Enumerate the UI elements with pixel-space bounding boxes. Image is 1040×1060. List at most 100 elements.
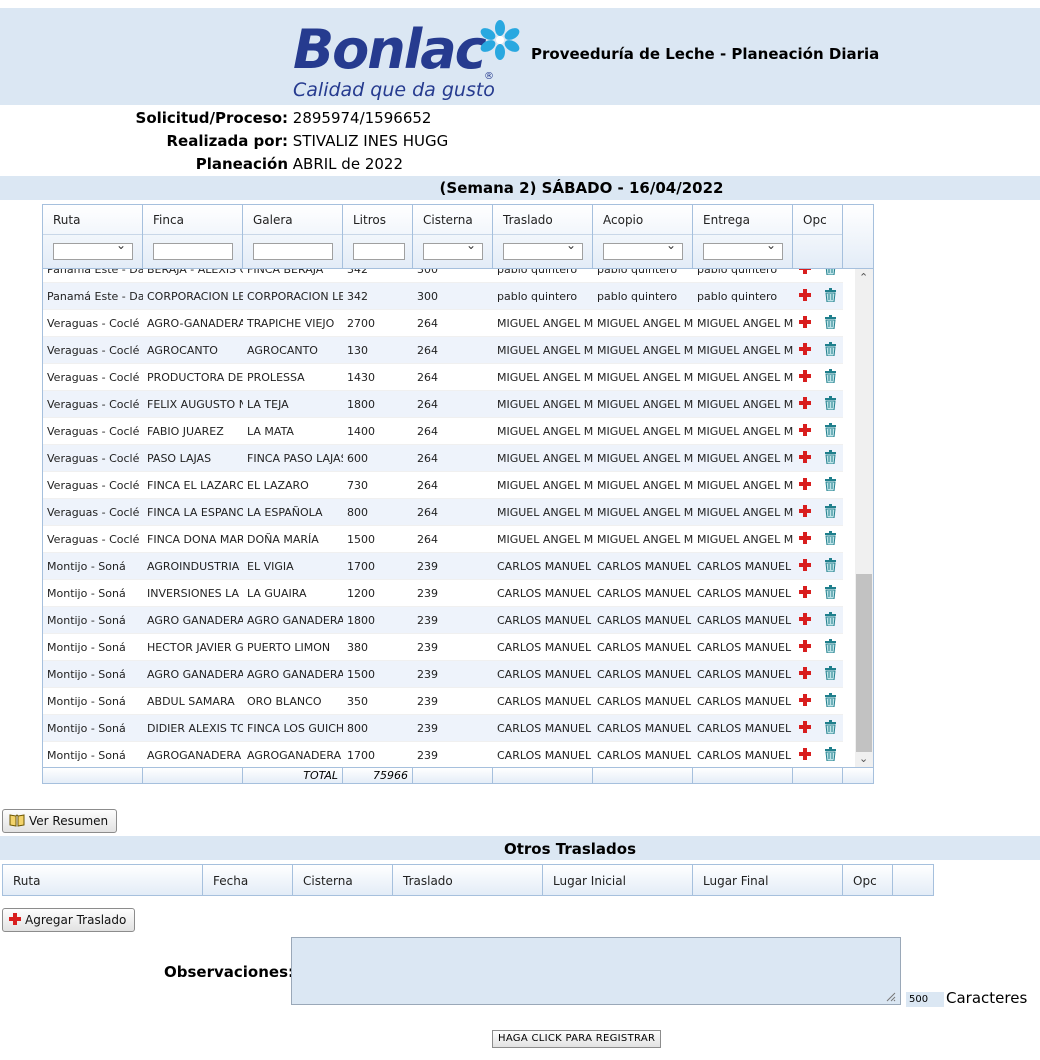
table-row[interactable]: Montijo - Soná AGRO GANADERA DEL AGRO GANA… — [43, 607, 843, 634]
add-icon[interactable] — [799, 613, 811, 625]
add-icon[interactable] — [799, 478, 811, 490]
table-row[interactable]: Montijo - Soná ABDUL SAMARA ORO BLANCO 350 2… — [43, 688, 843, 715]
add-icon[interactable] — [799, 397, 811, 409]
add-icon[interactable] — [799, 451, 811, 463]
filter-entrega-select[interactable] — [703, 238, 783, 260]
add-icon[interactable] — [799, 748, 811, 760]
add-icon[interactable] — [799, 316, 811, 328]
filter-finca-input[interactable] — [153, 243, 233, 260]
resize-grip-icon[interactable] — [884, 990, 896, 1002]
table-row[interactable]: Montijo - Soná HECTOR JAVIER GONZALEZ PUER… — [43, 634, 843, 661]
table-cell: MIGUEL ANGEL MORALES — [697, 425, 793, 438]
add-icon[interactable] — [799, 667, 811, 679]
table-row[interactable]: Montijo - Soná AGRO GANADERA LA AGRO GANAD… — [43, 661, 843, 688]
agregar-traslado-label: Agregar Traslado — [25, 913, 127, 927]
table-row[interactable]: Montijo - Soná DIDIER ALEXIS TORRES FINCA … — [43, 715, 843, 742]
ot-column-fecha[interactable]: Fecha — [203, 865, 293, 895]
add-icon[interactable] — [799, 559, 811, 571]
table-row[interactable]: Veraguas - Coclé FINCA EL LAZARO EL LAZARO… — [43, 472, 843, 499]
add-icon[interactable] — [799, 721, 811, 733]
add-icon[interactable] — [799, 424, 811, 436]
table-row[interactable]: Veraguas - Coclé FINCA DONA MARIA DOÑA MAR… — [43, 526, 843, 553]
column-galera[interactable]: Galera — [243, 205, 343, 269]
column-acopio[interactable]: Acopio — [593, 205, 693, 269]
delete-icon[interactable] — [824, 558, 837, 572]
table-cell: 239 — [417, 749, 438, 762]
table-row[interactable]: Veraguas - Coclé PASO LAJAS FINCA PASO LAJ… — [43, 445, 843, 472]
filter-traslado-select[interactable] — [503, 238, 583, 260]
add-icon[interactable] — [799, 694, 811, 706]
add-icon[interactable] — [799, 370, 811, 382]
solicitud-label: Solicitud/Proceso: — [135, 109, 288, 127]
filter-acopio-select[interactable] — [603, 238, 683, 260]
scroll-thumb[interactable] — [856, 574, 872, 752]
delete-icon[interactable] — [824, 693, 837, 707]
ot-column-traslado[interactable]: Traslado — [393, 865, 543, 895]
delete-icon[interactable] — [824, 504, 837, 518]
column-litros[interactable]: Litros — [343, 205, 413, 269]
table-row[interactable]: Panamá Este - Darién BERAJA - ALEXIS GARC… — [43, 269, 843, 283]
table-row[interactable]: Veraguas - Coclé FABIO JUAREZ LA MATA 1400 2… — [43, 418, 843, 445]
ot-column-lugar-final[interactable]: Lugar Final — [693, 865, 843, 895]
scroll-up-icon[interactable]: ⌃ — [859, 271, 868, 284]
table-row[interactable]: Veraguas - Coclé FINCA LA ESPANOLA LA ESPA… — [43, 499, 843, 526]
column-entrega[interactable]: Entrega — [693, 205, 793, 269]
column-traslado[interactable]: Traslado — [493, 205, 593, 269]
table-row[interactable]: Veraguas - Coclé AGROCANTO AGROCANTO 130 264… — [43, 337, 843, 364]
table-cell: CORPORACION LECHERA — [247, 290, 343, 303]
add-icon[interactable] — [799, 269, 811, 274]
table-cell: AGROCANTO — [247, 344, 318, 357]
ot-column-cisterna[interactable]: Cisterna — [293, 865, 393, 895]
ver-resumen-button[interactable]: Ver Resumen — [2, 809, 118, 833]
delete-icon[interactable] — [824, 315, 837, 329]
delete-icon[interactable] — [824, 585, 837, 599]
table-row[interactable]: Veraguas - Coclé AGRO-GANADERA ZAPATA TRAP… — [43, 310, 843, 337]
ot-column-ruta[interactable]: Ruta — [3, 865, 203, 895]
delete-icon[interactable] — [824, 747, 837, 761]
delete-icon[interactable] — [824, 396, 837, 410]
add-icon[interactable] — [799, 586, 811, 598]
delete-icon[interactable] — [824, 450, 837, 464]
filter-ruta-select[interactable] — [53, 238, 133, 260]
filter-galera-input[interactable] — [253, 243, 333, 260]
column-finca[interactable]: Finca — [143, 205, 243, 269]
delete-icon[interactable] — [824, 288, 837, 302]
agregar-traslado-button[interactable]: Agregar Traslado — [2, 908, 136, 932]
ot-column-lugar-inicial[interactable]: Lugar Inicial — [543, 865, 693, 895]
delete-icon[interactable] — [824, 269, 837, 275]
table-row[interactable]: Veraguas - Coclé PRODUCTORA DE LECHE PROLE… — [43, 364, 843, 391]
table-row[interactable]: Montijo - Soná AGROINDUSTRIA FELIX EL VIGI… — [43, 553, 843, 580]
add-icon[interactable] — [799, 640, 811, 652]
table-row[interactable]: Panamá Este - Darién CORPORACION LECHERA C… — [43, 283, 843, 310]
delete-icon[interactable] — [824, 639, 837, 653]
table-cell: FINCA EL LAZARO — [147, 479, 243, 492]
delete-icon[interactable] — [824, 369, 837, 383]
delete-icon[interactable] — [824, 720, 837, 734]
delete-icon[interactable] — [824, 477, 837, 491]
table-row[interactable]: Montijo - Soná INVERSIONES LA GUAIRA LA GU… — [43, 580, 843, 607]
table-cell: 300 — [417, 269, 438, 276]
filter-cisterna-select[interactable] — [423, 238, 483, 260]
register-button[interactable]: HAGA CLICK PARA REGISTRAR — [492, 1030, 662, 1048]
table-row[interactable]: Montijo - Soná AGROGANADERA DON AGROGANADE… — [43, 742, 843, 767]
add-icon[interactable] — [799, 505, 811, 517]
observaciones-textarea[interactable] — [291, 937, 901, 1005]
observaciones-label: Observaciones: — [164, 963, 295, 981]
delete-icon[interactable] — [824, 531, 837, 545]
table-cell: 264 — [417, 344, 438, 357]
add-icon[interactable] — [799, 532, 811, 544]
delete-icon[interactable] — [824, 423, 837, 437]
column-cisterna[interactable]: Cisterna — [413, 205, 493, 269]
ot-column-opc: Opc — [843, 865, 893, 895]
add-icon[interactable] — [799, 343, 811, 355]
table-row[interactable]: Veraguas - Coclé FELIX AUGUSTO NUÑEZ LA TE… — [43, 391, 843, 418]
filter-litros-input[interactable] — [353, 243, 405, 260]
grid-scrollbar[interactable]: ⌃ ⌄ — [855, 269, 873, 767]
column-ruta[interactable]: Ruta — [43, 205, 143, 269]
solicitud-row: Solicitud/Proceso: 2895974/1596652 — [0, 107, 432, 129]
scroll-down-icon[interactable]: ⌄ — [859, 752, 868, 765]
delete-icon[interactable] — [824, 342, 837, 356]
delete-icon[interactable] — [824, 666, 837, 680]
add-icon[interactable] — [799, 289, 811, 301]
delete-icon[interactable] — [824, 612, 837, 626]
